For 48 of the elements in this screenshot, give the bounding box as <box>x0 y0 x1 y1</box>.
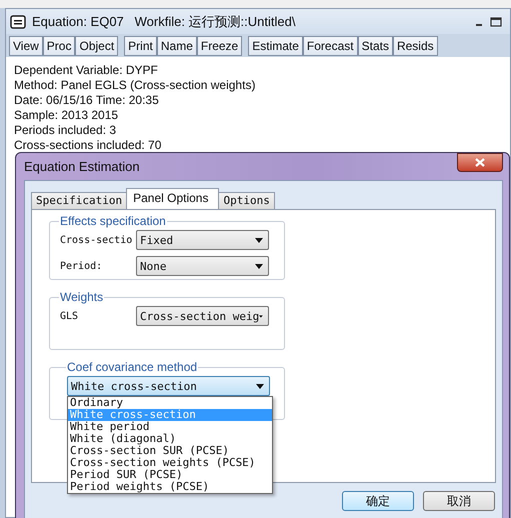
caret-icon <box>256 384 264 388</box>
window-menu-icon[interactable] <box>10 14 26 28</box>
dropdown[interactable]: None <box>136 256 269 276</box>
dropdown-option[interactable]: Period SUR (PCSE) <box>68 469 272 481</box>
window-title: Equation: EQ07 Workfile: 运行预测::Untitled\ <box>32 12 296 30</box>
caret-icon <box>255 264 263 268</box>
output-line: Date: 06/15/16 Time: 20:35 <box>14 93 160 108</box>
dropdown-option[interactable]: White period <box>68 421 272 433</box>
dropdown[interactable]: Cross-section weig <box>136 306 269 326</box>
field-label: Cross-sectio <box>60 234 134 246</box>
close-button[interactable] <box>457 153 503 172</box>
output-line: Method: Panel EGLS (Cross-section weights) <box>14 78 256 93</box>
field-label: Period: <box>60 260 104 272</box>
tab[interactable]: Panel Options <box>126 188 220 209</box>
dropdown[interactable]: White cross-section <box>67 376 270 396</box>
output-line: Sample: 2013 2015 <box>14 108 120 123</box>
toolbar-button[interactable]: Resids <box>392 36 438 56</box>
dropdown-option[interactable]: Cross-section weights (PCSE) <box>68 457 272 469</box>
caret-icon <box>255 238 263 242</box>
ok-button[interactable]: 确定 <box>342 491 414 511</box>
toolbar-button[interactable]: Proc <box>42 36 76 56</box>
group-title: Weights <box>59 290 104 304</box>
close-icon <box>475 158 485 167</box>
toolbar-button[interactable]: Estimate <box>248 36 303 56</box>
group-title: Coef covariance method <box>66 360 198 374</box>
toolbar-button[interactable]: Name <box>156 36 197 56</box>
toolbar-button[interactable]: Freeze <box>196 36 242 56</box>
dropdown-option[interactable]: Ordinary <box>68 397 272 409</box>
toolbar-button[interactable]: View <box>9 36 43 56</box>
maximize-icon[interactable] <box>490 16 502 26</box>
toolbar-button[interactable]: Stats <box>358 36 393 56</box>
dropdown-option[interactable]: Cross-section SUR (PCSE) <box>68 445 272 457</box>
field-label: GLS <box>60 310 80 322</box>
dropdown[interactable]: Fixed <box>136 230 269 250</box>
dialog-title: Equation Estimation <box>24 159 141 174</box>
toolbar-button[interactable]: Object <box>75 36 118 56</box>
caret-icon <box>259 314 263 318</box>
toolbar-button[interactable]: Print <box>124 36 157 56</box>
tab[interactable]: Options <box>218 192 275 209</box>
dropdown-option[interactable]: Period weights (PCSE) <box>68 481 272 493</box>
tab[interactable]: Specification <box>31 192 128 209</box>
output-line: Periods included: 3 <box>14 123 118 138</box>
output-line: Cross-sections included: 70 <box>14 138 162 153</box>
group-title: Effects specification <box>59 214 167 228</box>
dropdown-option[interactable]: White (diagonal) <box>68 433 272 445</box>
toolbar-button[interactable]: Forecast <box>302 36 358 56</box>
cancel-button[interactable]: 取消 <box>423 491 495 511</box>
output-line: Dependent Variable: DYPF <box>14 63 159 78</box>
